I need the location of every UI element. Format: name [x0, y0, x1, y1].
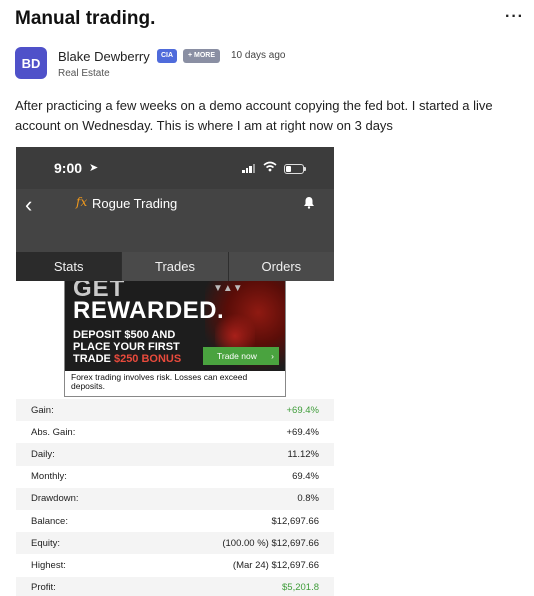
- ad-offer-line-2: PLACE YOUR FIRST: [73, 341, 180, 353]
- stat-row-profit: Profit: $5,201.8: [16, 576, 334, 596]
- stat-label: Daily:: [31, 448, 55, 460]
- stat-label: Abs. Gain:: [31, 426, 76, 438]
- stat-row-daily: Daily: 11.12%: [16, 443, 334, 466]
- cellular-signal-icon: [242, 164, 255, 173]
- stat-value: (100.00 %) $12,697.66: [222, 537, 319, 549]
- post-image[interactable]: 9:00 ➤ ‹ fx Rogue Trading Stats Trades O…: [16, 147, 334, 596]
- ad-bonus-amount: $250 BONUS: [113, 353, 182, 365]
- tab-orders[interactable]: Orders: [227, 252, 334, 281]
- trade-now-label: Trade now: [217, 351, 257, 361]
- back-chevron-icon[interactable]: ‹: [25, 192, 32, 218]
- post-timestamp: 10 days ago: [231, 50, 286, 61]
- stat-value: $12,697.66: [271, 515, 319, 527]
- ad-offer-line-3: TRADE $250 BONUS: [73, 353, 181, 365]
- stat-row-gain: Gain: +69.4%: [16, 399, 334, 422]
- status-clock: 9:00: [54, 160, 83, 176]
- ad-mask-icon: ▼▲▼: [213, 283, 243, 294]
- stat-row-equity: Equity: (100.00 %) $12,697.66: [16, 532, 334, 555]
- ad-disclaimer: Forex trading involves risk. Losses can …: [65, 371, 285, 397]
- stat-label: Balance:: [31, 515, 68, 527]
- stat-row-drawdown: Drawdown: 0.8%: [16, 487, 334, 510]
- ad-banner[interactable]: ▼▲▼ GET REWARDED. DEPOSIT $500 AND PLACE…: [64, 281, 286, 397]
- stat-value: (Mar 24) $12,697.66: [232, 559, 319, 571]
- stat-value: 0.8%: [297, 493, 319, 505]
- role-badge: CIA: [157, 49, 178, 63]
- wifi-icon: [263, 160, 277, 175]
- stat-label: Equity:: [31, 537, 61, 549]
- stat-row-balance: Balance: $12,697.66: [16, 510, 334, 532]
- stat-value: +69.4%: [286, 404, 320, 416]
- stat-row-abs-gain: Abs. Gain: +69.4%: [16, 421, 334, 443]
- stat-value: +69.4%: [286, 426, 320, 438]
- app-title: Rogue Trading: [92, 196, 178, 211]
- stat-label: Highest:: [31, 559, 66, 571]
- ad-headline: REWARDED.: [73, 297, 225, 324]
- author-subtitle: Real Estate: [58, 68, 110, 79]
- stats-table: Gain: +69.4% Abs. Gain: +69.4% Daily: 11.12…: [16, 399, 334, 596]
- stat-row-highest: Highest: (Mar 24) $12,697.66: [16, 554, 334, 576]
- stat-label: Profit:: [31, 582, 56, 594]
- app-header: 9:00 ➤ ‹ fx Rogue Trading Stats Trades O…: [16, 147, 334, 281]
- more-options-icon[interactable]: ···: [505, 8, 524, 26]
- stat-label: Gain:: [31, 404, 54, 416]
- bell-icon[interactable]: [303, 196, 315, 209]
- avatar[interactable]: BD: [15, 47, 47, 79]
- tab-stats[interactable]: Stats: [16, 252, 122, 281]
- fx-logo: fx: [76, 195, 88, 209]
- stat-label: Drawdown:: [31, 493, 79, 505]
- trade-now-button[interactable]: Trade now ›: [203, 347, 279, 365]
- stat-value: 69.4%: [292, 471, 319, 483]
- post-title: Manual trading.: [15, 8, 156, 29]
- ad-offer-prefix: TRADE: [73, 353, 114, 365]
- more-badges-button[interactable]: + MORE: [183, 49, 221, 63]
- tab-trades[interactable]: Trades: [121, 252, 228, 281]
- tab-bar: Stats Trades Orders: [16, 252, 334, 281]
- stat-label: Monthly:: [31, 471, 67, 483]
- ad-offer-line-1: DEPOSIT $500 AND: [73, 329, 176, 341]
- stat-row-monthly: Monthly: 69.4%: [16, 466, 334, 488]
- stat-value: $5,201.8: [282, 582, 319, 594]
- chevron-right-icon: ›: [271, 351, 274, 361]
- stat-value: 11.12%: [287, 448, 319, 460]
- status-bar: 9:00 ➤: [16, 147, 334, 189]
- location-arrow-icon: ➤: [89, 162, 99, 174]
- post-body: After practicing a few weeks on a demo a…: [15, 98, 493, 133]
- battery-icon: [284, 164, 306, 174]
- author-name[interactable]: Blake Dewberry: [58, 49, 150, 64]
